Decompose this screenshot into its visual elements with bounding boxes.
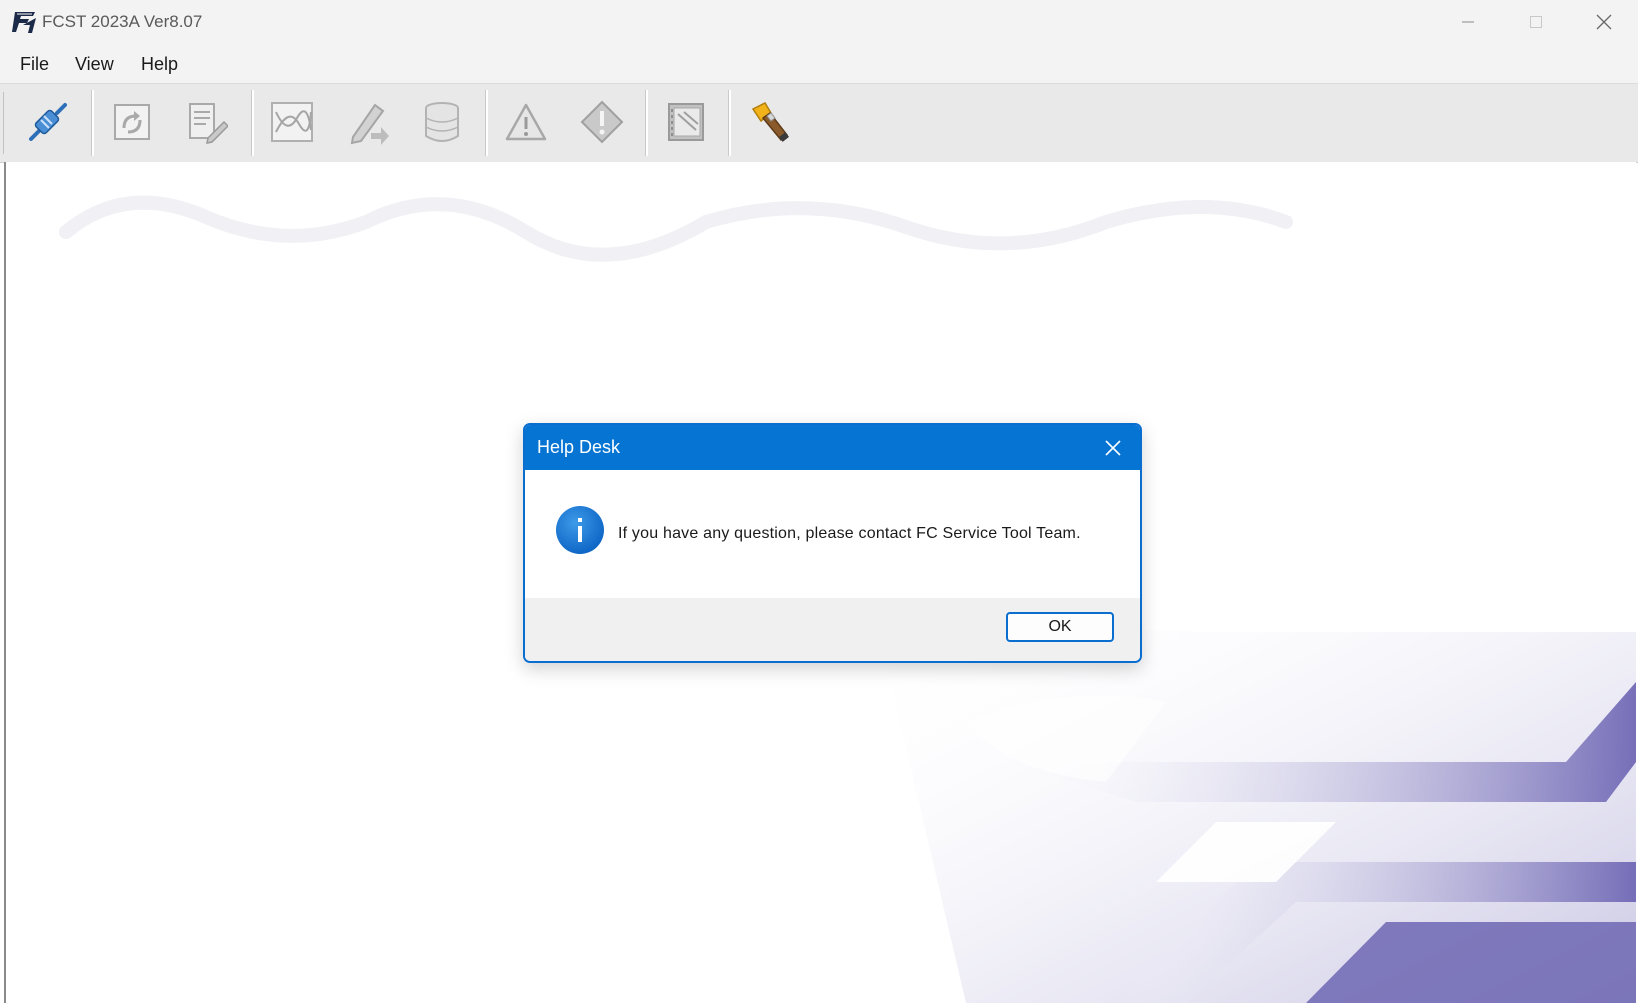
dialog-message: If you have any question, please contact… xyxy=(618,525,1081,542)
maximize-icon xyxy=(1530,16,1542,28)
window-title: FCST 2023A Ver8.07 xyxy=(42,12,203,31)
menu-help[interactable]: Help xyxy=(141,54,178,75)
alert-button[interactable] xyxy=(574,95,630,149)
toolbar-separator xyxy=(251,90,254,156)
database-icon xyxy=(425,102,459,142)
flashlight-button[interactable] xyxy=(742,95,798,149)
pen-arrow-icon xyxy=(350,103,389,145)
toolbar-separator xyxy=(645,90,648,156)
minimize-icon xyxy=(1462,21,1474,23)
app-window: FCST 2023A Ver8.07 File View Help Help D… xyxy=(0,0,1638,1003)
connect-button[interactable] xyxy=(20,95,76,149)
close-button[interactable] xyxy=(1570,0,1638,44)
ok-button[interactable]: OK xyxy=(1006,612,1114,642)
dialog-footer: OK xyxy=(525,598,1140,661)
minimize-button[interactable] xyxy=(1434,0,1502,44)
menu-bar: File View Help xyxy=(0,46,1638,83)
dialog-body: If you have any question, please contact… xyxy=(525,470,1140,598)
database-button[interactable] xyxy=(414,95,470,149)
title-bar[interactable]: FCST 2023A Ver8.07 xyxy=(0,0,1638,47)
toolbar-separator xyxy=(91,90,94,156)
dialog-close-button[interactable] xyxy=(1085,425,1140,470)
refresh-data-button[interactable] xyxy=(104,95,160,149)
curve-graph-icon xyxy=(271,102,313,142)
alert-diamond-icon xyxy=(580,100,624,144)
dialog-title-bar[interactable]: Help Desk xyxy=(525,425,1140,470)
edit-document-icon xyxy=(189,103,228,144)
info-icon xyxy=(556,506,604,554)
flashlight-icon xyxy=(751,102,789,142)
close-icon xyxy=(1104,439,1121,456)
warning-triangle-icon xyxy=(505,103,547,141)
dialog-title: Help Desk xyxy=(537,437,621,457)
toolbar-separator xyxy=(728,90,731,156)
menu-file[interactable]: File xyxy=(20,54,49,75)
maximize-button[interactable] xyxy=(1502,0,1570,44)
toolbar-separator xyxy=(485,90,488,156)
edit-document-button[interactable] xyxy=(178,95,234,149)
graph-button[interactable] xyxy=(264,95,320,149)
toolbar-grip[interactable] xyxy=(3,92,7,154)
notebook-button[interactable] xyxy=(658,95,714,149)
notebook-icon xyxy=(668,103,704,141)
refresh-document-icon xyxy=(114,104,150,140)
warning-button[interactable] xyxy=(498,95,554,149)
menu-view[interactable]: View xyxy=(75,54,114,75)
connect-plug-icon xyxy=(29,103,67,141)
toolbar xyxy=(0,83,1638,163)
fcst-logo-icon xyxy=(12,12,36,33)
close-icon xyxy=(1596,14,1612,30)
help-desk-dialog: Help Desk If you have any question, plea… xyxy=(523,423,1142,663)
write-button[interactable] xyxy=(340,95,396,149)
